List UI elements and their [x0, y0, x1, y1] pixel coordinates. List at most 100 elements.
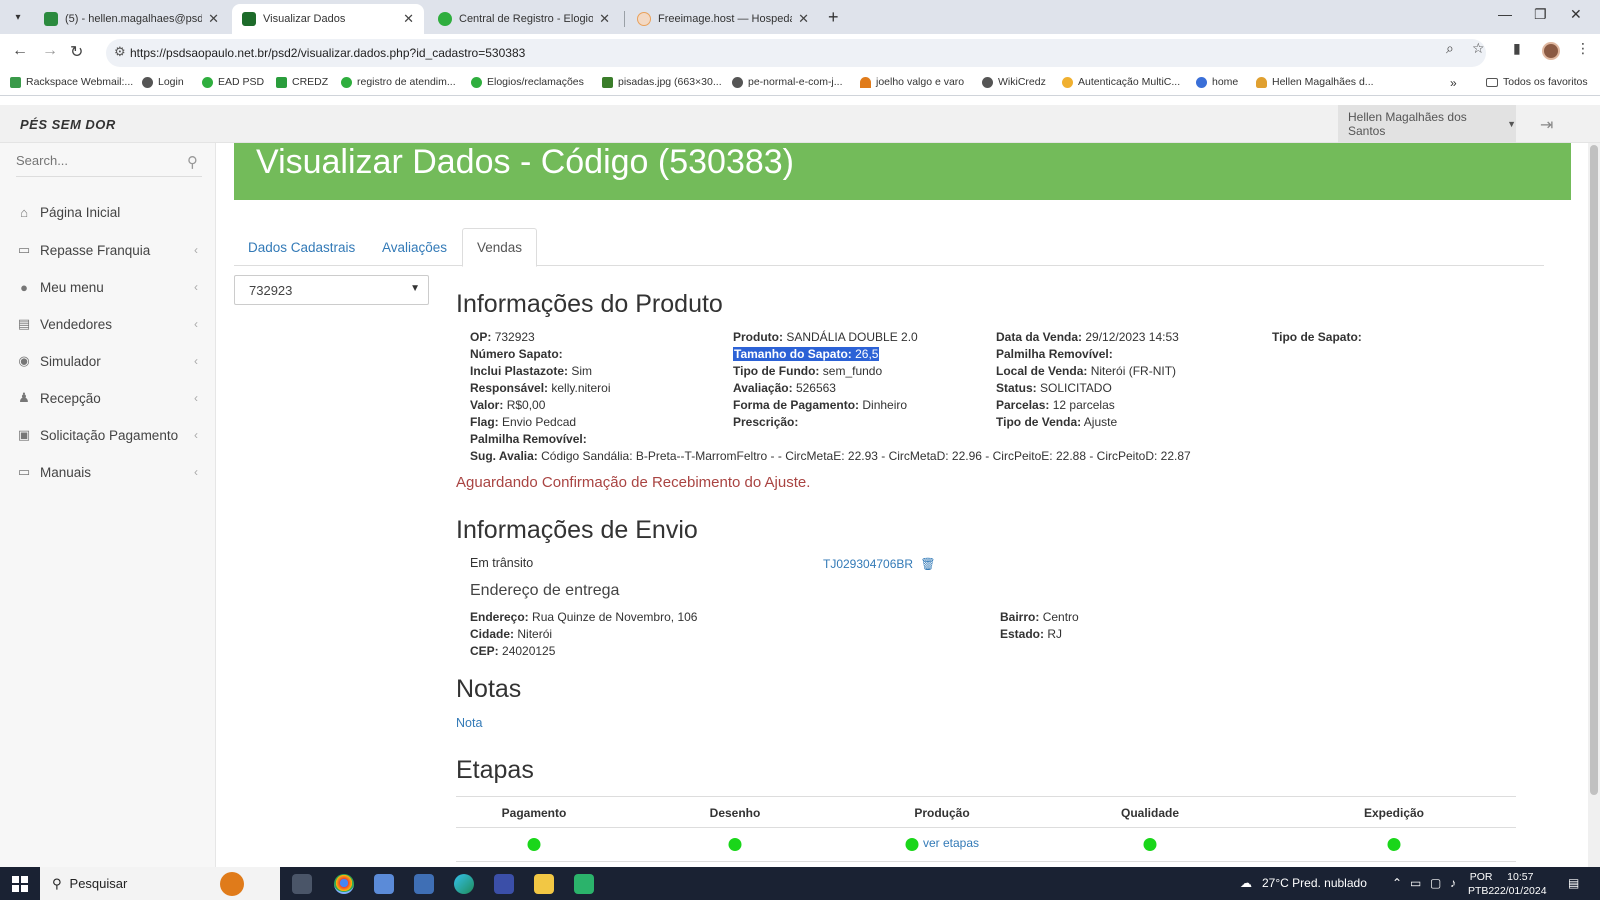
- all-bookmarks-folder[interactable]: Todos os favoritos: [1486, 76, 1588, 88]
- stage-status-dot: [728, 838, 742, 851]
- tab-avaliacoes[interactable]: Avaliações: [368, 228, 461, 266]
- bookmark-item[interactable]: Login: [142, 76, 184, 88]
- bookmark-item[interactable]: pe-normal-e-com-j...: [732, 76, 843, 88]
- tracking-link[interactable]: TJ029304706BR: [823, 557, 913, 571]
- image-app-icon[interactable]: [374, 874, 394, 894]
- ver-etapas-link[interactable]: ver etapas: [923, 836, 979, 850]
- sidebar-item-pagina-inicial[interactable]: ⌂ Página Inicial: [0, 195, 216, 229]
- more-menu-icon[interactable]: ⋮: [1576, 40, 1590, 57]
- language-indicator[interactable]: POR PTB2: [1468, 870, 1494, 898]
- browser-tab-visualizar-dados[interactable]: Visualizar Dados ✕: [232, 4, 424, 34]
- chevron-up-icon[interactable]: ⌃: [1392, 876, 1402, 890]
- page-scrollbar[interactable]: [1588, 143, 1600, 867]
- sidebar-item-recepcao[interactable]: ♟ Recepção ‹: [0, 381, 216, 415]
- sidebar-item-meu-menu[interactable]: ● Meu menu ‹: [0, 270, 216, 304]
- spreadsheet-app-icon[interactable]: [574, 874, 594, 894]
- windows-start-icon[interactable]: [12, 876, 28, 892]
- trash-icon[interactable]: 🗑: [920, 557, 935, 571]
- grid-app-icon[interactable]: [494, 874, 514, 894]
- tab-vendas[interactable]: Vendas: [462, 228, 538, 267]
- bookmark-star-icon[interactable]: ☆: [1472, 40, 1485, 57]
- field-bairro: Bairro: Centro: [1000, 610, 1079, 624]
- side-panel-icon[interactable]: ▮: [1513, 40, 1521, 57]
- sidebar-item-label: Manuais: [40, 464, 92, 480]
- file-explorer-icon[interactable]: [534, 874, 554, 894]
- forward-arrow-icon[interactable]: →: [42, 42, 58, 60]
- money-icon: ▣: [17, 427, 31, 442]
- clock[interactable]: 10:57 22/01/2024: [1494, 870, 1547, 898]
- bookmark-item[interactable]: Elogios/reclamações: [471, 76, 584, 88]
- app-logo[interactable]: PÉS SEM DOR: [20, 117, 116, 132]
- bookmark-item[interactable]: registro de atendim...: [341, 76, 456, 88]
- field-value: SANDÁLIA DOUBLE 2.0: [786, 330, 918, 344]
- close-tab-icon[interactable]: ✕: [403, 11, 414, 27]
- field-value: Envio Pedcad: [502, 415, 577, 429]
- sidebar-item-solicitacao-pagamento[interactable]: ▣ Solicitação Pagamento ‹: [0, 418, 216, 452]
- field-tipo-fundo: Tipo de Fundo: sem_fundo: [733, 364, 882, 378]
- bookmark-item[interactable]: CREDZ: [276, 76, 328, 88]
- sidebar-item-simulador[interactable]: ◉ Simulador ‹: [0, 344, 216, 378]
- search-input[interactable]: [16, 153, 176, 168]
- bookmark-item[interactable]: EAD PSD: [202, 76, 264, 88]
- field-avaliacao: Avaliação: 526563: [733, 381, 836, 395]
- edge-icon[interactable]: [454, 874, 474, 894]
- zoom-icon[interactable]: ⌕: [1446, 40, 1454, 57]
- bookmark-item[interactable]: Hellen Magalhães d...: [1256, 76, 1374, 88]
- field-value: kelly.niteroi: [551, 381, 611, 395]
- tab-dados-cadastrais[interactable]: Dados Cadastrais: [234, 228, 369, 266]
- browser-tab-central-registro[interactable]: Central de Registro - Elogios e ✕: [428, 4, 620, 34]
- network-icon[interactable]: ▭: [1410, 876, 1421, 890]
- bookmark-item[interactable]: joelho valgo e varo: [860, 76, 964, 88]
- note-link[interactable]: Nota: [456, 716, 482, 730]
- bookmark-item[interactable]: pisadas.jpg (663×30...: [602, 76, 722, 88]
- bookmark-label: Todos os favoritos: [1503, 76, 1588, 88]
- reload-icon[interactable]: ↻: [70, 42, 83, 62]
- weather-text[interactable]: 27°C Pred. nublado: [1262, 876, 1367, 890]
- user-menu[interactable]: Hellen Magalhães dos Santos ▼: [1338, 105, 1516, 143]
- bookmark-item[interactable]: Autenticação MultiC...: [1062, 76, 1180, 88]
- camera-app-icon[interactable]: [292, 874, 312, 894]
- sidebar-item-vendedores[interactable]: ▤ Vendedores ‹: [0, 307, 216, 341]
- display-icon[interactable]: ▢: [1430, 876, 1441, 890]
- volume-icon[interactable]: ♪: [1450, 876, 1456, 890]
- field-label: Palmilha Removível:: [470, 432, 587, 446]
- bookmark-item[interactable]: WikiCredz: [982, 76, 1046, 88]
- field-label: Flag:: [470, 415, 499, 429]
- search-icon[interactable]: ⚲: [187, 153, 198, 171]
- taskbar-search[interactable]: ⚲ Pesquisar: [40, 867, 280, 900]
- chevron-left-icon: ‹: [194, 317, 198, 331]
- field-value: 526563: [795, 381, 836, 395]
- address-bar[interactable]: ⚙ https://psdsaopaulo.net.br/psd2/visual…: [106, 39, 1486, 67]
- sidebar-item-repasse-franquia[interactable]: ▭ Repasse Franquia ‹: [0, 233, 216, 267]
- field-value: Código Sandália: B-Preta--T-MarromFeltro…: [541, 449, 1191, 463]
- scrollbar-thumb[interactable]: [1590, 145, 1598, 795]
- restore-window-icon[interactable]: ❐: [1534, 6, 1547, 23]
- sidebar-item-label: Simulador: [40, 353, 101, 369]
- field-value: 12 parcelas: [1052, 398, 1115, 412]
- browser-tab-mail[interactable]: (5) - hellen.magalhaes@psdbra ✕: [34, 4, 229, 34]
- sidebar-item-manuais[interactable]: ▭ Manuais ‹: [0, 455, 216, 489]
- browser-tab-freeimage[interactable]: Freeimage.host — Hospedagem ✕: [627, 4, 819, 34]
- back-arrow-icon[interactable]: ←: [12, 42, 28, 60]
- url-text[interactable]: https://psdsaopaulo.net.br/psd2/visualiz…: [130, 46, 525, 60]
- close-window-icon[interactable]: ✕: [1570, 6, 1582, 23]
- sale-select[interactable]: 732923 ▼: [234, 275, 429, 305]
- calculator-icon[interactable]: [414, 874, 434, 894]
- field-label: Valor:: [470, 398, 504, 412]
- profile-avatar[interactable]: [1542, 42, 1560, 60]
- tab-search-chevron-icon[interactable]: ▾: [8, 7, 28, 27]
- bookmark-item[interactable]: home: [1196, 76, 1238, 88]
- more-bookmarks-icon[interactable]: »: [1450, 76, 1457, 90]
- minimize-window-icon[interactable]: —: [1498, 6, 1512, 22]
- weather-icon[interactable]: ☁: [1240, 876, 1252, 890]
- logout-icon[interactable]: ⇥: [1540, 115, 1553, 135]
- close-tab-icon[interactable]: ✕: [798, 11, 809, 27]
- site-info-icon[interactable]: ⚙: [114, 44, 126, 60]
- close-tab-icon[interactable]: ✕: [208, 11, 219, 27]
- bookmark-item[interactable]: Rackspace Webmail:...: [10, 76, 133, 88]
- new-tab-button[interactable]: +: [828, 7, 839, 28]
- field-value: sem_fundo: [822, 364, 883, 378]
- chrome-icon[interactable]: [334, 874, 354, 894]
- notifications-icon[interactable]: ▤: [1568, 876, 1579, 890]
- close-tab-icon[interactable]: ✕: [599, 11, 610, 27]
